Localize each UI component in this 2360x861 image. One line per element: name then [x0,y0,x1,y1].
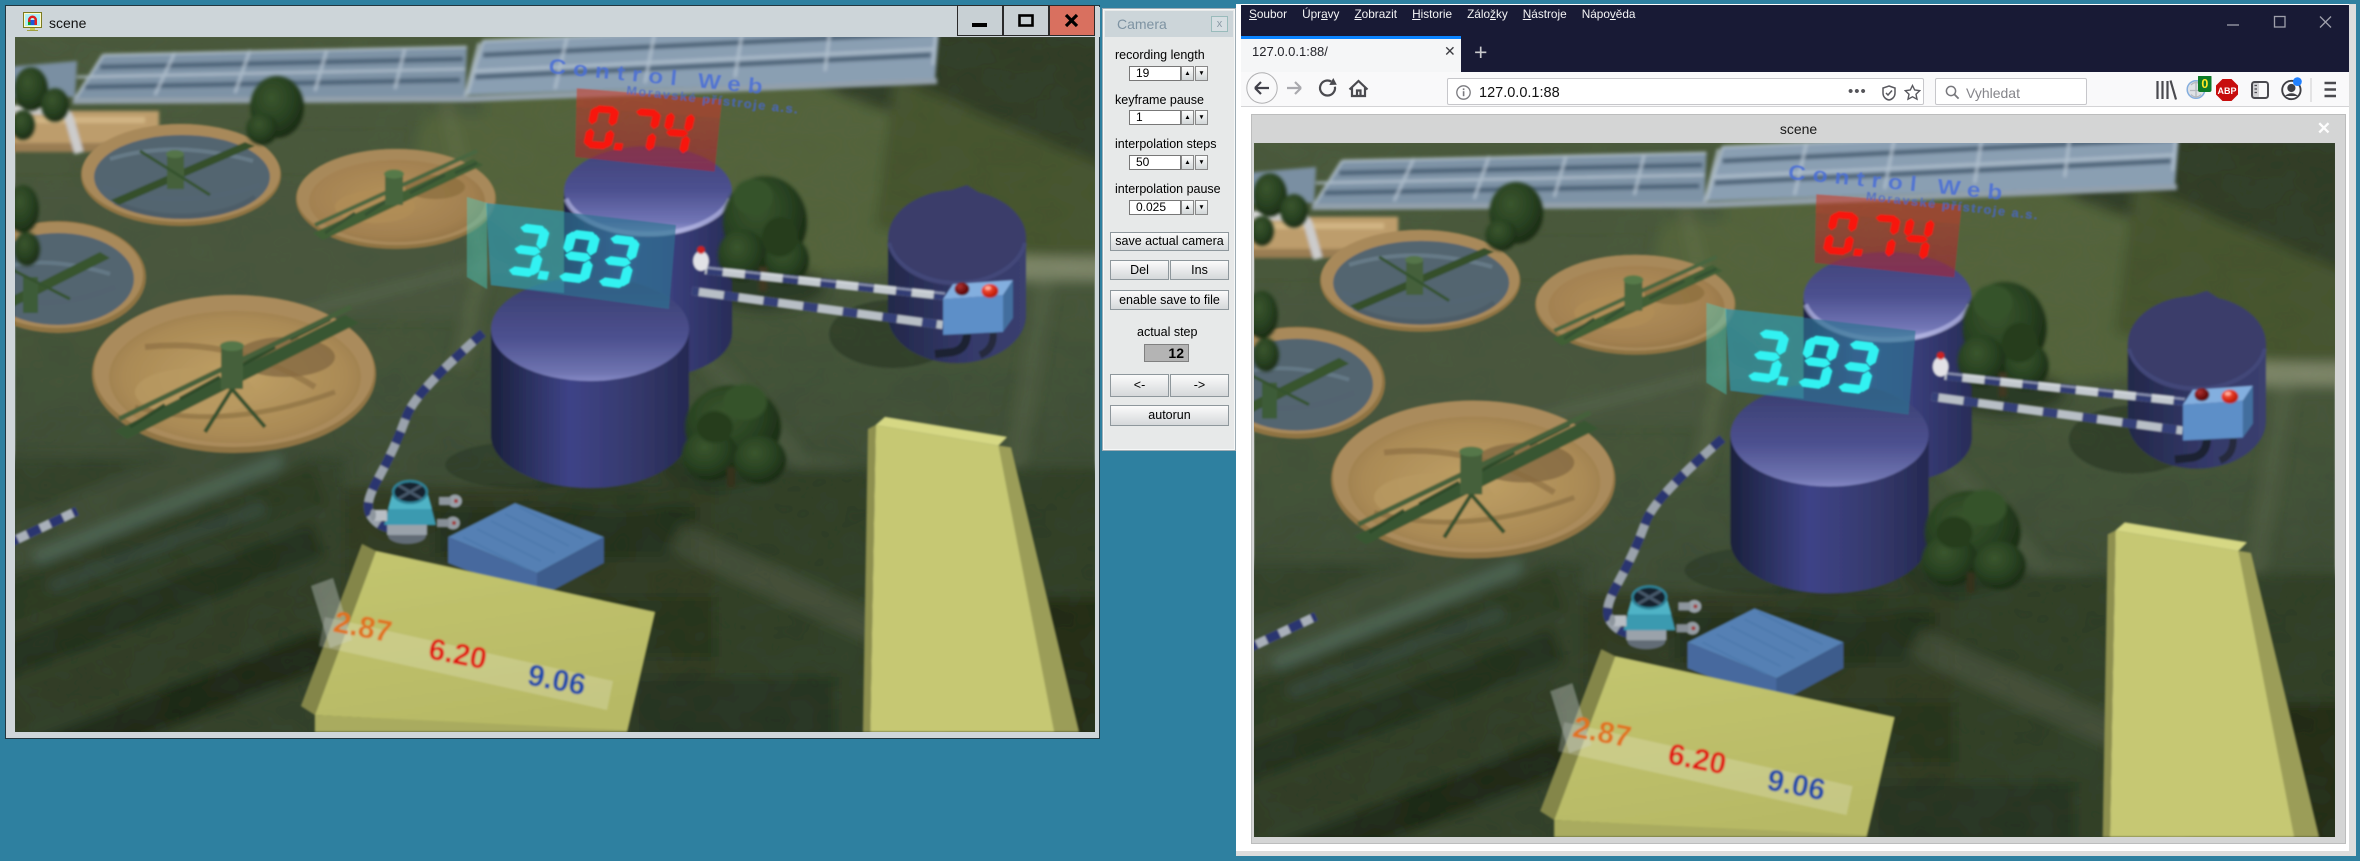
svg-text:0: 0 [2201,77,2208,91]
svg-text:ABP: ABP [2217,86,2236,96]
